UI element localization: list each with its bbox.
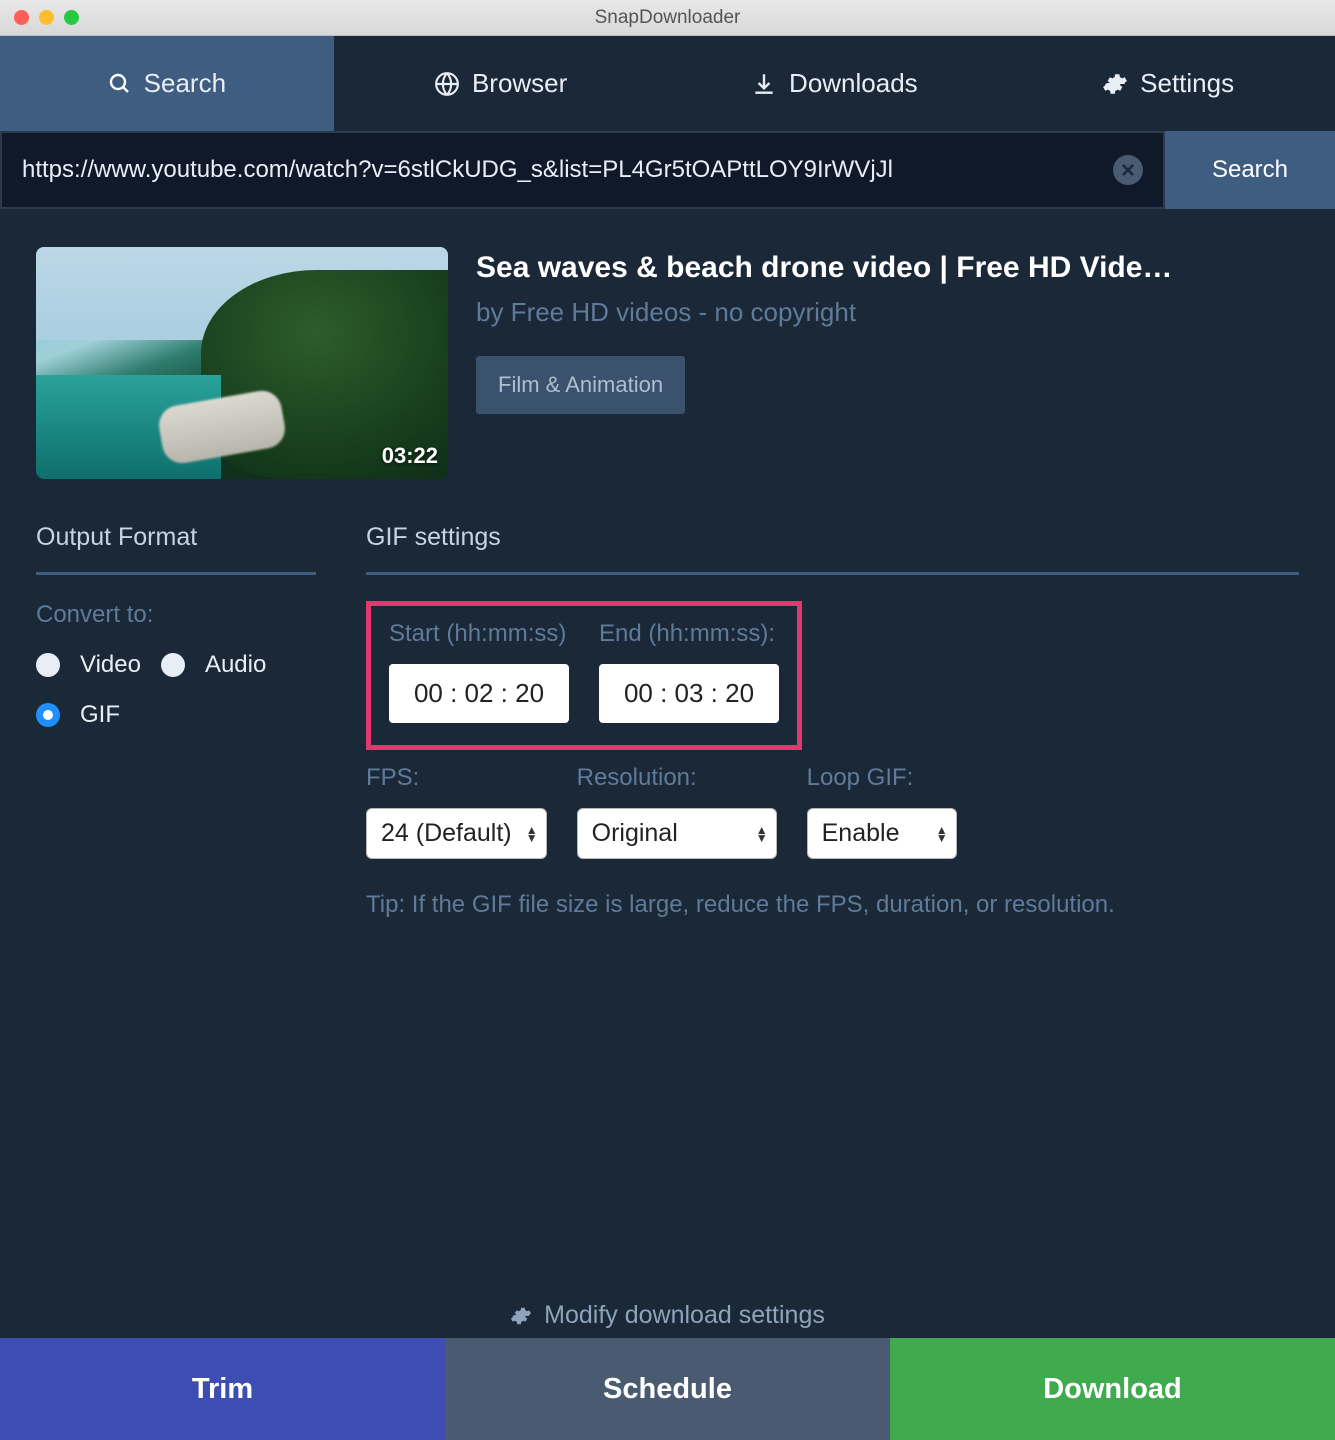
search-button-label: Search bbox=[1212, 156, 1288, 184]
tab-settings[interactable]: Settings bbox=[1001, 36, 1335, 131]
end-time-input[interactable] bbox=[599, 664, 779, 723]
radio-gif-label: GIF bbox=[80, 701, 120, 729]
radio-video-label: Video bbox=[80, 651, 141, 679]
video-author: by Free HD videos - no copyright bbox=[476, 297, 1299, 328]
time-range-highlight: Start (hh:mm:ss) End (hh:mm:ss): bbox=[366, 601, 802, 750]
schedule-button[interactable]: Schedule bbox=[445, 1338, 890, 1440]
x-icon bbox=[1121, 163, 1135, 177]
video-meta: Sea waves & beach drone video | Free HD … bbox=[476, 247, 1299, 479]
video-title: Sea waves & beach drone video | Free HD … bbox=[476, 251, 1299, 285]
fps-select[interactable]: 24 (Default) ▲▼ bbox=[366, 808, 547, 859]
tab-search-label: Search bbox=[144, 68, 226, 99]
end-label: End (hh:mm:ss): bbox=[599, 620, 779, 648]
chevron-updown-icon: ▲▼ bbox=[936, 826, 948, 842]
chevron-updown-icon: ▲▼ bbox=[756, 826, 768, 842]
gif-tip: Tip: If the GIF file size is large, redu… bbox=[366, 891, 1299, 919]
tab-settings-label: Settings bbox=[1140, 68, 1234, 99]
resolution-select[interactable]: Original ▲▼ bbox=[577, 808, 777, 859]
url-input[interactable] bbox=[22, 156, 1113, 184]
tab-downloads-label: Downloads bbox=[789, 68, 918, 99]
tab-browser[interactable]: Browser bbox=[334, 36, 668, 131]
url-row: Search bbox=[0, 131, 1335, 209]
trim-label: Trim bbox=[192, 1373, 253, 1406]
titlebar: SnapDownloader bbox=[0, 0, 1335, 36]
tab-bar: Search Browser Downloads Settings bbox=[0, 36, 1335, 131]
radio-video[interactable] bbox=[36, 653, 60, 677]
search-icon bbox=[108, 72, 132, 96]
radio-audio-label: Audio bbox=[205, 651, 266, 679]
content: 03:22 Sea waves & beach drone video | Fr… bbox=[0, 209, 1335, 919]
video-header: 03:22 Sea waves & beach drone video | Fr… bbox=[36, 247, 1299, 479]
fps-value: 24 (Default) bbox=[381, 819, 512, 848]
download-icon bbox=[751, 71, 777, 97]
schedule-label: Schedule bbox=[603, 1373, 732, 1406]
gear-icon bbox=[510, 1305, 532, 1327]
video-duration: 03:22 bbox=[382, 443, 438, 469]
convert-to-label: Convert to: bbox=[36, 601, 316, 629]
gif-heading: GIF settings bbox=[366, 523, 1299, 572]
fps-label: FPS: bbox=[366, 764, 547, 792]
download-label: Download bbox=[1043, 1373, 1182, 1406]
resolution-value: Original bbox=[592, 819, 678, 848]
settings-row: Output Format Convert to: Video Audio GI… bbox=[36, 523, 1299, 919]
start-time-input[interactable] bbox=[389, 664, 569, 723]
loop-select[interactable]: Enable ▲▼ bbox=[807, 808, 957, 859]
clear-url-button[interactable] bbox=[1113, 155, 1143, 185]
radio-audio[interactable] bbox=[161, 653, 185, 677]
loop-label: Loop GIF: bbox=[807, 764, 957, 792]
tab-downloads[interactable]: Downloads bbox=[668, 36, 1002, 131]
tab-browser-label: Browser bbox=[472, 68, 567, 99]
search-button[interactable]: Search bbox=[1165, 131, 1335, 209]
gear-icon bbox=[1102, 71, 1128, 97]
video-thumbnail[interactable]: 03:22 bbox=[36, 247, 448, 479]
action-bar: Trim Schedule Download bbox=[0, 1338, 1335, 1440]
loop-value: Enable bbox=[822, 819, 900, 848]
download-button[interactable]: Download bbox=[890, 1338, 1335, 1440]
resolution-label: Resolution: bbox=[577, 764, 777, 792]
trim-button[interactable]: Trim bbox=[0, 1338, 445, 1440]
chevron-updown-icon: ▲▼ bbox=[526, 826, 538, 842]
globe-icon bbox=[434, 71, 460, 97]
category-tag: Film & Animation bbox=[476, 356, 685, 414]
start-label: Start (hh:mm:ss) bbox=[389, 620, 569, 648]
window-title: SnapDownloader bbox=[0, 7, 1335, 29]
output-panel: Output Format Convert to: Video Audio GI… bbox=[36, 523, 316, 919]
tab-search[interactable]: Search bbox=[0, 36, 334, 131]
modify-settings-label: Modify download settings bbox=[544, 1301, 825, 1330]
radio-gif[interactable] bbox=[36, 703, 60, 727]
output-heading: Output Format bbox=[36, 523, 316, 572]
url-input-wrap bbox=[0, 131, 1165, 209]
gif-panel: GIF settings Start (hh:mm:ss) End (hh:mm… bbox=[366, 523, 1299, 919]
modify-settings-link[interactable]: Modify download settings bbox=[0, 1301, 1335, 1330]
